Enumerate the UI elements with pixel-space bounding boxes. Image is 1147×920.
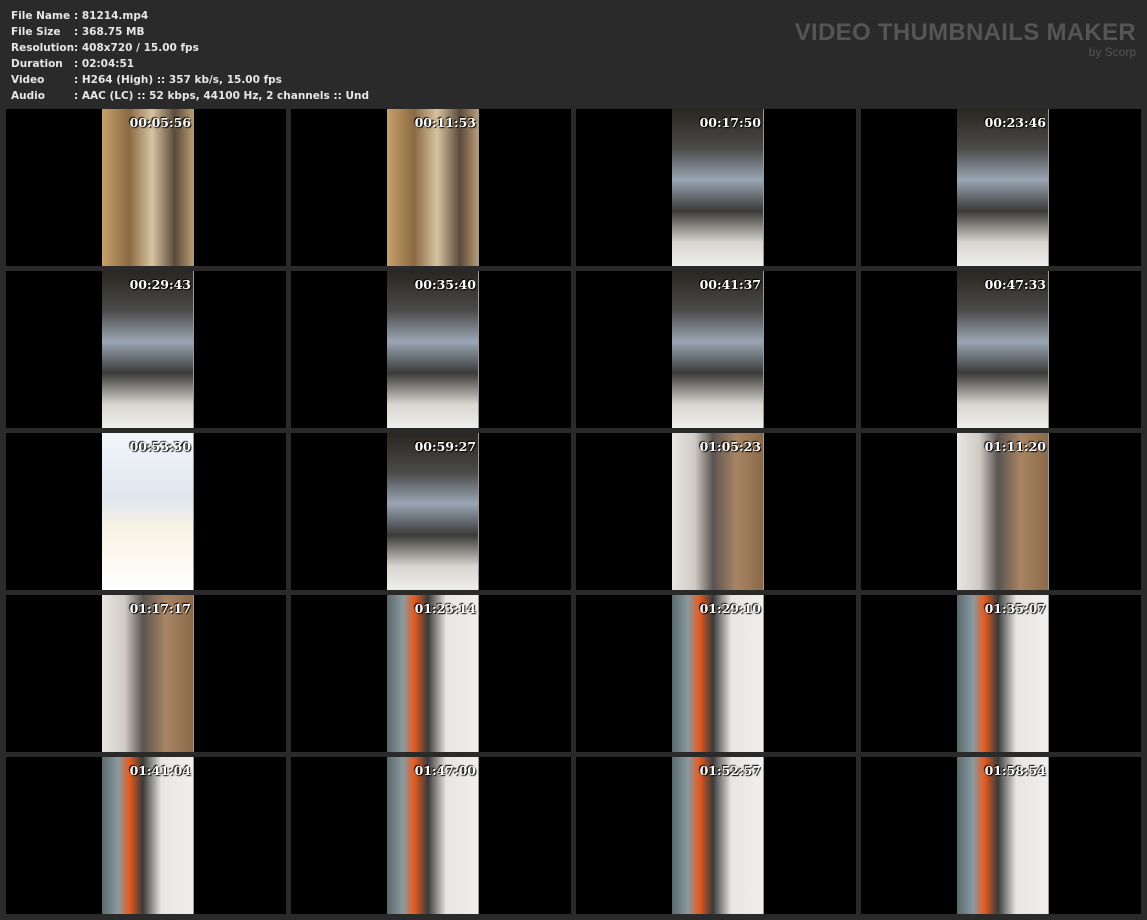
video-frame: 00:53:30 xyxy=(102,433,194,590)
info-value: 81214.mp4 xyxy=(81,10,149,22)
info-sep: : xyxy=(74,42,82,54)
info-label: Video xyxy=(11,74,45,86)
file-info: File Name: 81214.mp4 File Size: 368.75 MB… xyxy=(11,8,369,104)
logo-title: VIDEO THUMBNAILS MAKER xyxy=(794,19,1136,46)
logo-byline: by Scorp xyxy=(1088,45,1136,59)
timestamp: 01:41:04 xyxy=(129,763,191,778)
thumbnail-cell: 01:23:14 xyxy=(291,595,571,752)
video-frame: 00:47:33 xyxy=(957,271,1049,428)
timestamp: 00:29:43 xyxy=(129,277,191,292)
info-row: Video: H264 (High) :: 357 kb/s, 15.00 fp… xyxy=(11,72,369,88)
thumbnail-cell: 00:53:30 xyxy=(6,433,286,590)
video-frame: 00:11:53 xyxy=(387,109,479,266)
info-value: H264 (High) :: 357 kb/s, 15.00 fps xyxy=(81,74,282,86)
info-sep: : xyxy=(74,90,82,102)
video-frame: 01:17:17 xyxy=(102,595,194,752)
thumbnail-cell: 01:11:20 xyxy=(861,433,1141,590)
info-sep: : xyxy=(74,10,82,22)
thumbnail-cell: 00:11:53 xyxy=(291,109,571,266)
timestamp: 01:47:00 xyxy=(414,763,476,778)
video-frame: 01:52:57 xyxy=(672,757,764,914)
video-frame: 00:29:43 xyxy=(102,271,194,428)
video-frame: 01:05:23 xyxy=(672,433,764,590)
thumbnail-cell: 00:05:56 xyxy=(6,109,286,266)
info-row: Duration: 02:04:51 xyxy=(11,56,369,72)
info-row: Resolution: 408x720 / 15.00 fps xyxy=(11,40,369,56)
timestamp: 00:35:40 xyxy=(414,277,476,292)
timestamp: 00:11:53 xyxy=(414,115,476,130)
timestamp: 01:58:54 xyxy=(984,763,1046,778)
video-frame: 01:29:10 xyxy=(672,595,764,752)
timestamp: 00:41:37 xyxy=(699,277,761,292)
thumbnail-cell: 01:17:17 xyxy=(6,595,286,752)
thumbnail-cell: 00:17:50 xyxy=(576,109,856,266)
video-frame: 01:47:00 xyxy=(387,757,479,914)
info-label: Duration xyxy=(11,58,63,70)
video-frame: 01:23:14 xyxy=(387,595,479,752)
video-frame: 01:35:07 xyxy=(957,595,1049,752)
timestamp: 00:53:30 xyxy=(129,439,191,454)
info-label: Resolution xyxy=(11,42,75,54)
info-row: File Name: 81214.mp4 xyxy=(11,8,369,24)
video-frame: 00:17:50 xyxy=(672,109,764,266)
timestamp: 01:23:14 xyxy=(414,601,476,616)
thumbnail-cell: 01:52:57 xyxy=(576,757,856,914)
info-value: 368.75 MB xyxy=(81,26,145,38)
video-frame: 00:59:27 xyxy=(387,433,479,590)
thumbnail-cell: 00:29:43 xyxy=(6,271,286,428)
video-frame: 01:11:20 xyxy=(957,433,1049,590)
video-frame: 01:58:54 xyxy=(957,757,1049,914)
info-sep: : xyxy=(74,74,82,86)
info-value: 02:04:51 xyxy=(81,58,135,70)
timestamp: 00:59:27 xyxy=(414,439,476,454)
info-label: File Name xyxy=(11,10,71,22)
info-row: Audio: AAC (LC) :: 52 kbps, 44100 Hz, 2 … xyxy=(11,88,369,104)
timestamp: 01:35:07 xyxy=(984,601,1046,616)
timestamp: 00:47:33 xyxy=(984,277,1046,292)
info-sep: : xyxy=(74,58,82,70)
info-value: AAC (LC) :: 52 kbps, 44100 Hz, 2 channel… xyxy=(81,90,369,102)
video-frame: 00:35:40 xyxy=(387,271,479,428)
info-label: Audio xyxy=(11,90,45,102)
thumbnail-cell: 01:29:10 xyxy=(576,595,856,752)
timestamp: 01:52:57 xyxy=(699,763,761,778)
video-frame: 00:05:56 xyxy=(102,109,194,266)
thumbnail-cell: 01:41:04 xyxy=(6,757,286,914)
timestamp: 00:17:50 xyxy=(699,115,761,130)
thumbnail-cell: 00:35:40 xyxy=(291,271,571,428)
video-frame: 01:41:04 xyxy=(102,757,194,914)
thumbnail-cell: 00:23:46 xyxy=(861,109,1141,266)
timestamp: 01:11:20 xyxy=(984,439,1046,454)
info-label: File Size xyxy=(11,26,61,38)
timestamp: 01:29:10 xyxy=(699,601,761,616)
video-frame: 00:41:37 xyxy=(672,271,764,428)
watermark-logo: VIDEO THUMBNAILS MAKER by Scorp xyxy=(794,19,1136,59)
info-row: File Size: 368.75 MB xyxy=(11,24,369,40)
video-frame: 00:23:46 xyxy=(957,109,1049,266)
timestamp: 00:23:46 xyxy=(984,115,1046,130)
thumbnail-cell: 00:41:37 xyxy=(576,271,856,428)
info-value: 408x720 / 15.00 fps xyxy=(81,42,199,54)
timestamp: 00:05:56 xyxy=(129,115,191,130)
thumbnail-cell: 01:58:54 xyxy=(861,757,1141,914)
info-sep: : xyxy=(74,26,82,38)
thumbnail-cell: 01:47:00 xyxy=(291,757,571,914)
thumbnail-grid: 00:05:56 00:11:53 00:17:50 00:23:46 00:29:43… xyxy=(6,109,1141,914)
thumbnail-cell: 01:05:23 xyxy=(576,433,856,590)
thumbnail-cell: 00:47:33 xyxy=(861,271,1141,428)
thumbnail-cell: 00:59:27 xyxy=(291,433,571,590)
thumbnail-cell: 01:35:07 xyxy=(861,595,1141,752)
timestamp: 01:17:17 xyxy=(129,601,191,616)
timestamp: 01:05:23 xyxy=(699,439,761,454)
